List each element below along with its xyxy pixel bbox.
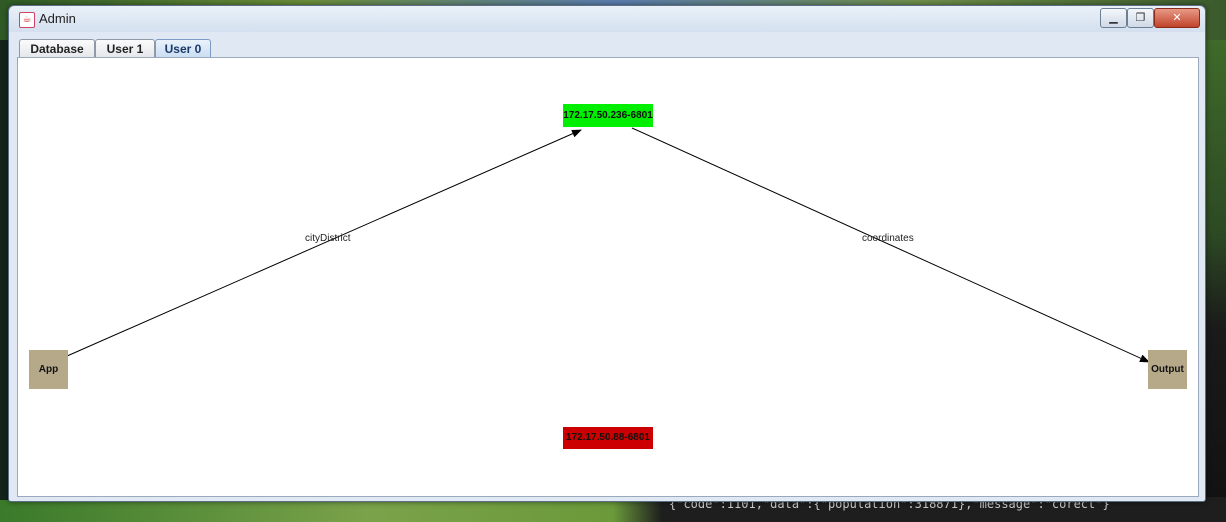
tab-user-0[interactable]: User 0	[155, 39, 211, 58]
graph-panel: cityDistrict coordinates 172.17.50.236-6…	[17, 57, 1199, 497]
java-cup-icon[interactable]: ☕	[19, 12, 35, 28]
node-app[interactable]: App	[29, 350, 68, 389]
edge-server-to-output	[631, 127, 1150, 363]
node-server-active[interactable]: 172.17.50.236-6801	[563, 104, 653, 127]
minimize-button[interactable]: ▁	[1100, 8, 1127, 28]
edge-app-to-server	[57, 129, 582, 361]
tab-database[interactable]: Database	[19, 39, 95, 58]
desktop-background-right	[1204, 40, 1226, 522]
edge-label-citydistrict: cityDistrict	[305, 233, 351, 244]
title-bar[interactable]: ☕ Admin ▁ ❐ ✕	[9, 6, 1205, 32]
node-output[interactable]: Output	[1148, 350, 1187, 389]
close-button[interactable]: ✕	[1154, 8, 1200, 28]
admin-window: ☕ Admin ▁ ❐ ✕ Database User 1 User 0 cit…	[8, 5, 1206, 502]
edge-label-coordinates: coordinates	[862, 233, 914, 244]
window-title: Admin	[39, 11, 76, 26]
maximize-button[interactable]: ❐	[1127, 8, 1154, 28]
tab-user-1[interactable]: User 1	[95, 39, 155, 58]
node-server-inactive[interactable]: 172.17.50.88-6801	[563, 427, 653, 449]
